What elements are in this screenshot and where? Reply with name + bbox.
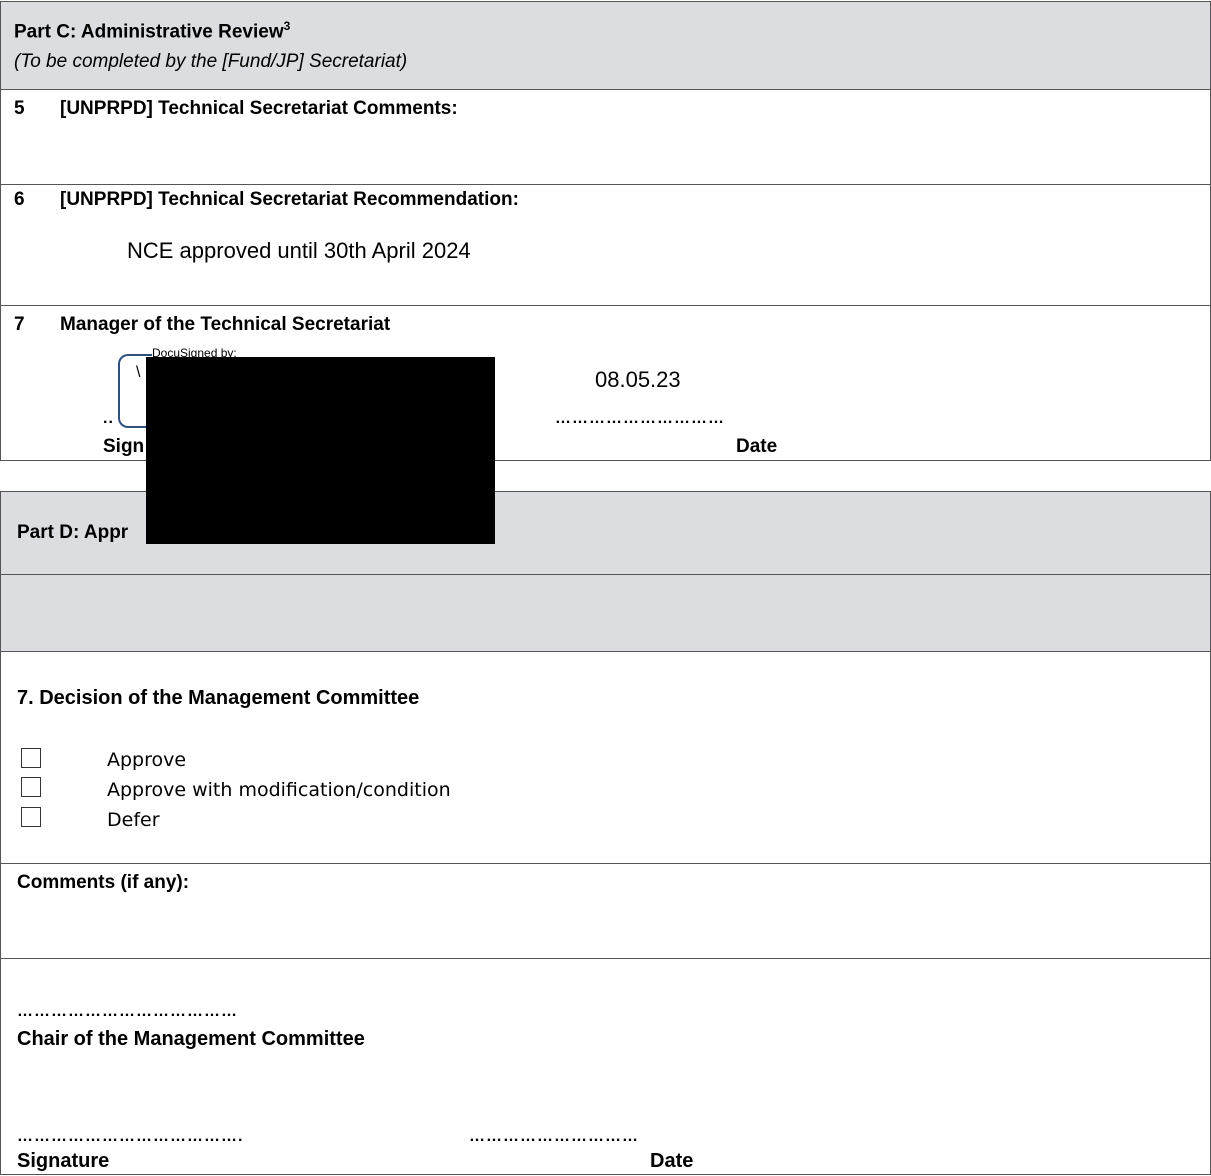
part-c-header — [0, 1, 1211, 90]
approve-with-modification-checkbox[interactable] — [21, 777, 41, 797]
approve-with-modification-label: Approve with modification/condition — [107, 779, 451, 801]
section-5-number: 5 — [14, 98, 25, 119]
recommendation-value: NCE approved until 30th April 2024 — [127, 238, 471, 263]
part-d-title: Part D: Appr — [17, 522, 129, 543]
part-d-grey-row — [0, 574, 1211, 652]
part-c-title-text: Part C: Administrative Review — [14, 21, 284, 43]
approve-checkbox[interactable] — [21, 748, 41, 768]
chair-signature-dots: …………………………………. — [17, 1128, 244, 1145]
comments-label: Comments (if any): — [17, 872, 190, 893]
section-7-label: Manager of the Technical Secretariat — [60, 314, 391, 335]
signature-dots: .. — [103, 410, 114, 427]
chair-dots: ………………………………… — [17, 1003, 238, 1020]
section-6-number: 6 — [14, 189, 25, 210]
date-label: Date — [736, 436, 778, 457]
defer-checkbox[interactable] — [21, 807, 41, 827]
section-5-label: [UNPRPD] Technical Secretariat Comments: — [60, 98, 458, 119]
signature-label: Sign — [103, 436, 145, 457]
footnote-marker: 3 — [283, 19, 291, 33]
defer-label: Defer — [107, 809, 160, 831]
docusign-mark: \ — [136, 364, 141, 381]
date-value: 08.05.23 — [595, 367, 681, 392]
chair-date-label: Date — [650, 1150, 694, 1172]
chair-label: Chair of the Management Committee — [17, 1028, 365, 1050]
redaction-block — [146, 357, 495, 544]
chair-date-dots: ………………………… — [469, 1128, 639, 1145]
date-dots: ………………………… — [555, 410, 725, 427]
approve-label: Approve — [107, 749, 187, 771]
chair-signature-label: Signature — [17, 1150, 110, 1172]
part-c-title: Part C: Administrative Review3 — [14, 19, 290, 43]
decision-heading: 7. Decision of the Management Committee — [17, 687, 420, 709]
section-6-label: [UNPRPD] Technical Secretariat Recommend… — [60, 189, 519, 210]
section-7-number: 7 — [14, 314, 25, 335]
part-c-subtitle: (To be completed by the [Fund/JP] Secret… — [14, 51, 408, 72]
